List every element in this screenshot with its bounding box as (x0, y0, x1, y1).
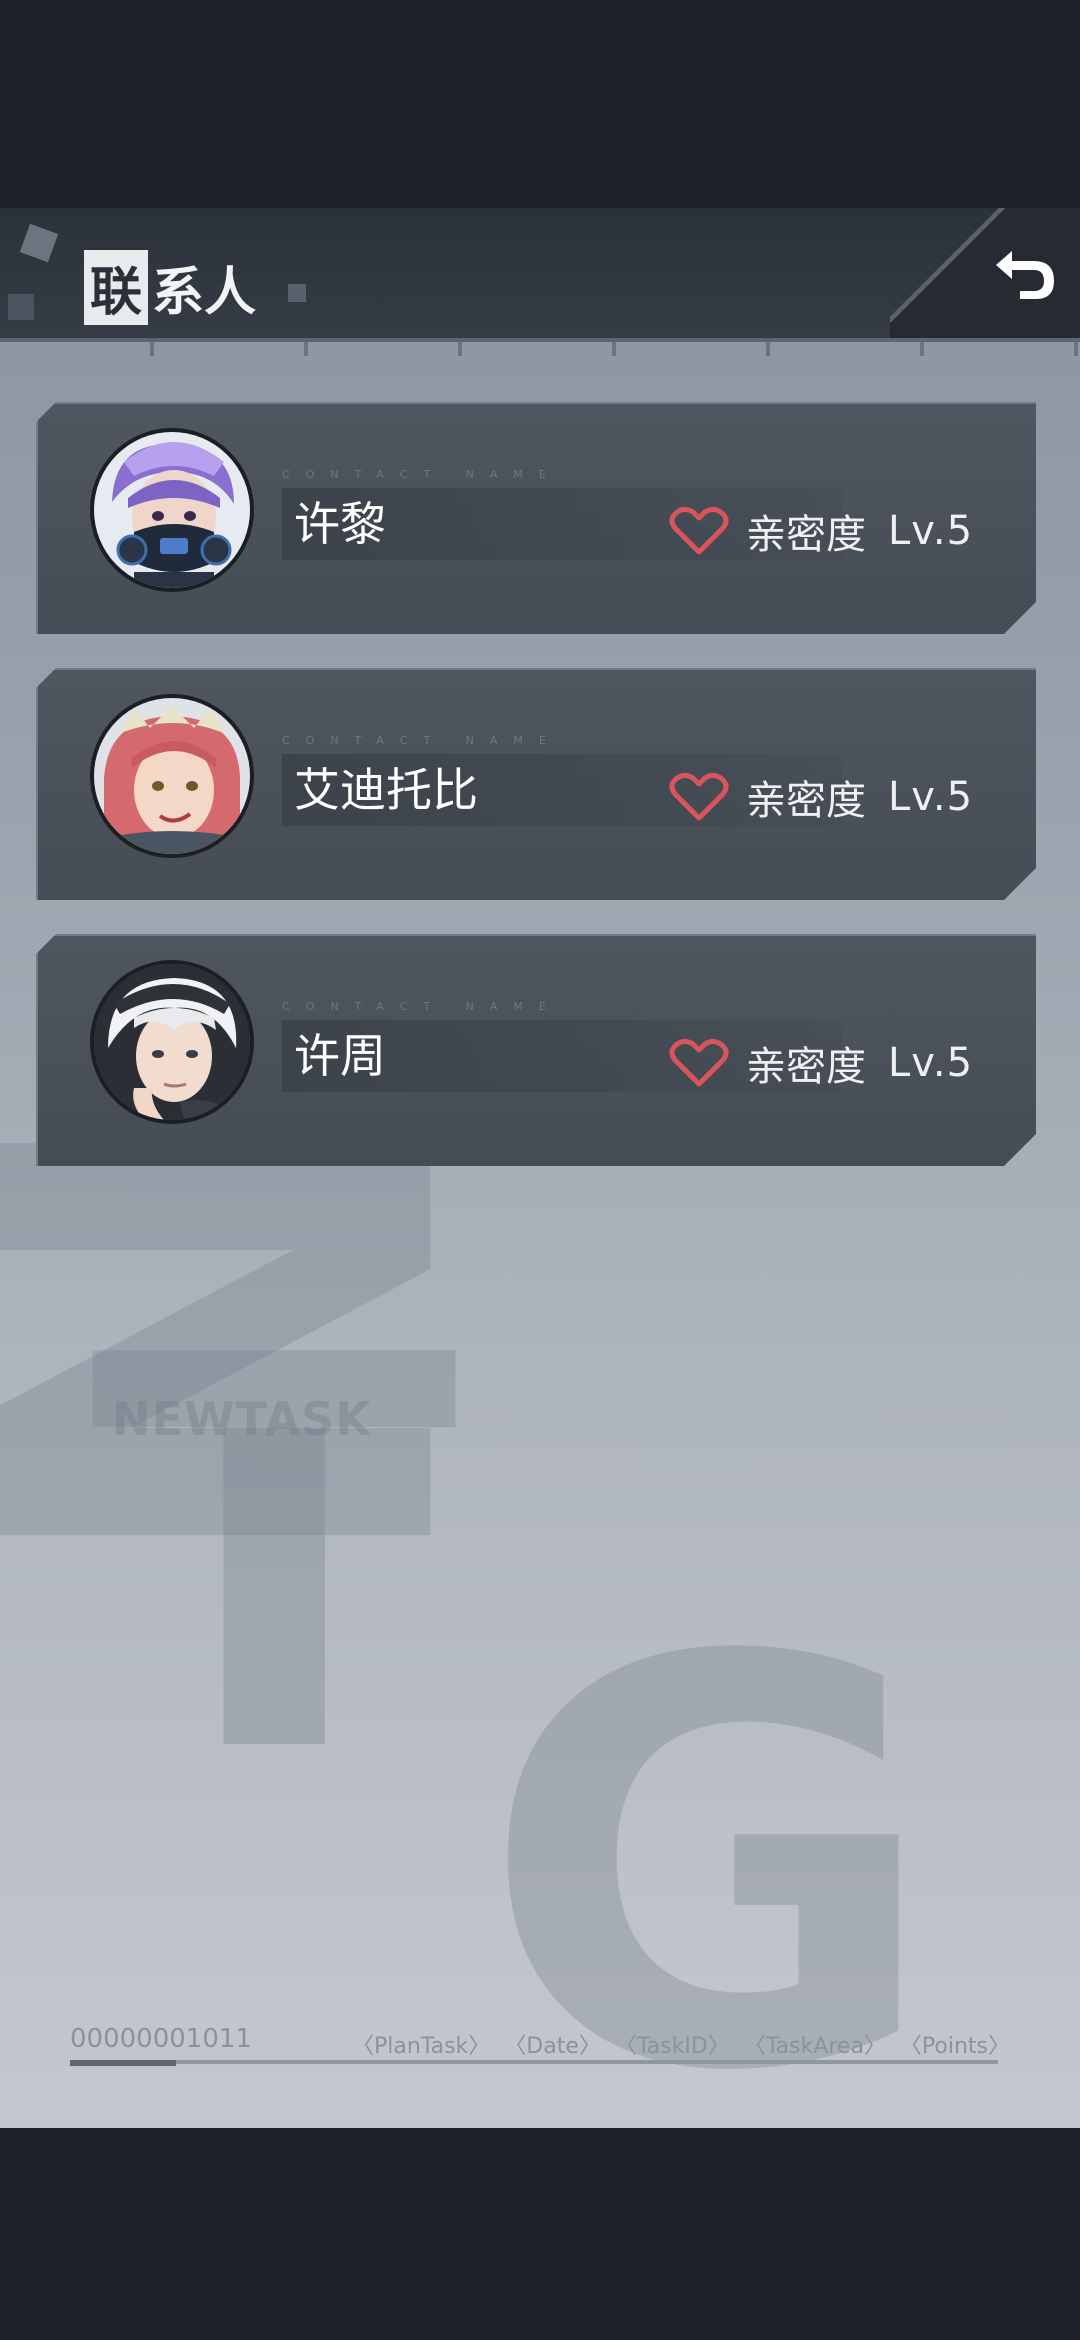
footer-tag: 〈TaskID〉 (614, 2034, 730, 2059)
decoration-square (19, 223, 59, 263)
contact-name: 艾迪托比 (294, 763, 478, 817)
bottom-system-bar (0, 2128, 1080, 2340)
footer-code: 00000001011 (70, 2024, 252, 2054)
avatar-xu-li-icon (94, 432, 250, 588)
footer-tags: 〈PlanTask〉 〈Date〉 〈TaskID〉 〈TaskArea〉 〈P… (352, 2028, 1010, 2060)
contact-card[interactable]: CONTACT NAME 许黎 亲密度 Lv.5 (36, 402, 1036, 634)
footer-divider-accent (70, 2060, 176, 2066)
footer-tag: 〈TaskArea〉 (743, 2034, 886, 2059)
top-system-bar (0, 0, 1080, 208)
back-button[interactable] (890, 208, 1080, 338)
contact-name: 许周 (294, 1029, 386, 1083)
contact-caption: CONTACT NAME (282, 468, 562, 481)
decoration-square (288, 284, 306, 302)
intimacy-level-value: Lv.5 (888, 774, 974, 820)
intimacy-level: 亲密度 Lv.5 (668, 1034, 973, 1092)
header-bar: 联 系人 (0, 208, 1080, 342)
watermark-letter-t: T (90, 1244, 459, 1872)
decoration-square (8, 294, 34, 320)
contact-caption: CONTACT NAME (282, 734, 562, 747)
avatar (90, 960, 254, 1124)
header-ruler (0, 342, 1080, 356)
footer-divider (70, 2060, 998, 2064)
intimacy-level-value: Lv.5 (888, 508, 974, 554)
avatar (90, 694, 254, 858)
return-arrow-icon (996, 251, 1054, 299)
heart-icon (669, 1038, 729, 1087)
avatar-eddie-toby-icon (94, 698, 250, 854)
intimacy-level-value: Lv.5 (888, 1040, 974, 1086)
footer-tag: 〈Date〉 (504, 2034, 601, 2059)
contact-caption: CONTACT NAME (282, 1000, 562, 1013)
intimacy-label: 亲密度 (746, 1044, 866, 1090)
page-title-rest: 系人 (152, 263, 257, 323)
contact-card[interactable]: CONTACT NAME 许周 亲密度 Lv.5 (36, 934, 1036, 1166)
heart-icon (669, 506, 729, 555)
footer-tag: 〈Points〉 (899, 2034, 1011, 2059)
page-title-highlight: 联 (84, 250, 149, 325)
intimacy-label: 亲密度 (746, 778, 866, 824)
intimacy-label: 亲密度 (746, 512, 866, 558)
intimacy-level: 亲密度 Lv.5 (668, 768, 973, 826)
contacts-panel: N T G NEWTASK 联 系人 (0, 208, 1080, 2128)
heart-icon (669, 772, 729, 821)
contact-name: 许黎 (294, 497, 386, 551)
avatar-xu-zhou-icon (94, 964, 250, 1120)
intimacy-level: 亲密度 Lv.5 (668, 502, 973, 560)
page-title: 联 系人 (84, 250, 256, 325)
avatar (90, 428, 254, 592)
contact-card[interactable]: CONTACT NAME 艾迪托比 亲密度 Lv.5 (36, 668, 1036, 900)
watermark-label: NEWTASK (112, 1392, 372, 1446)
footer-tag: 〈PlanTask〉 (352, 2034, 491, 2059)
